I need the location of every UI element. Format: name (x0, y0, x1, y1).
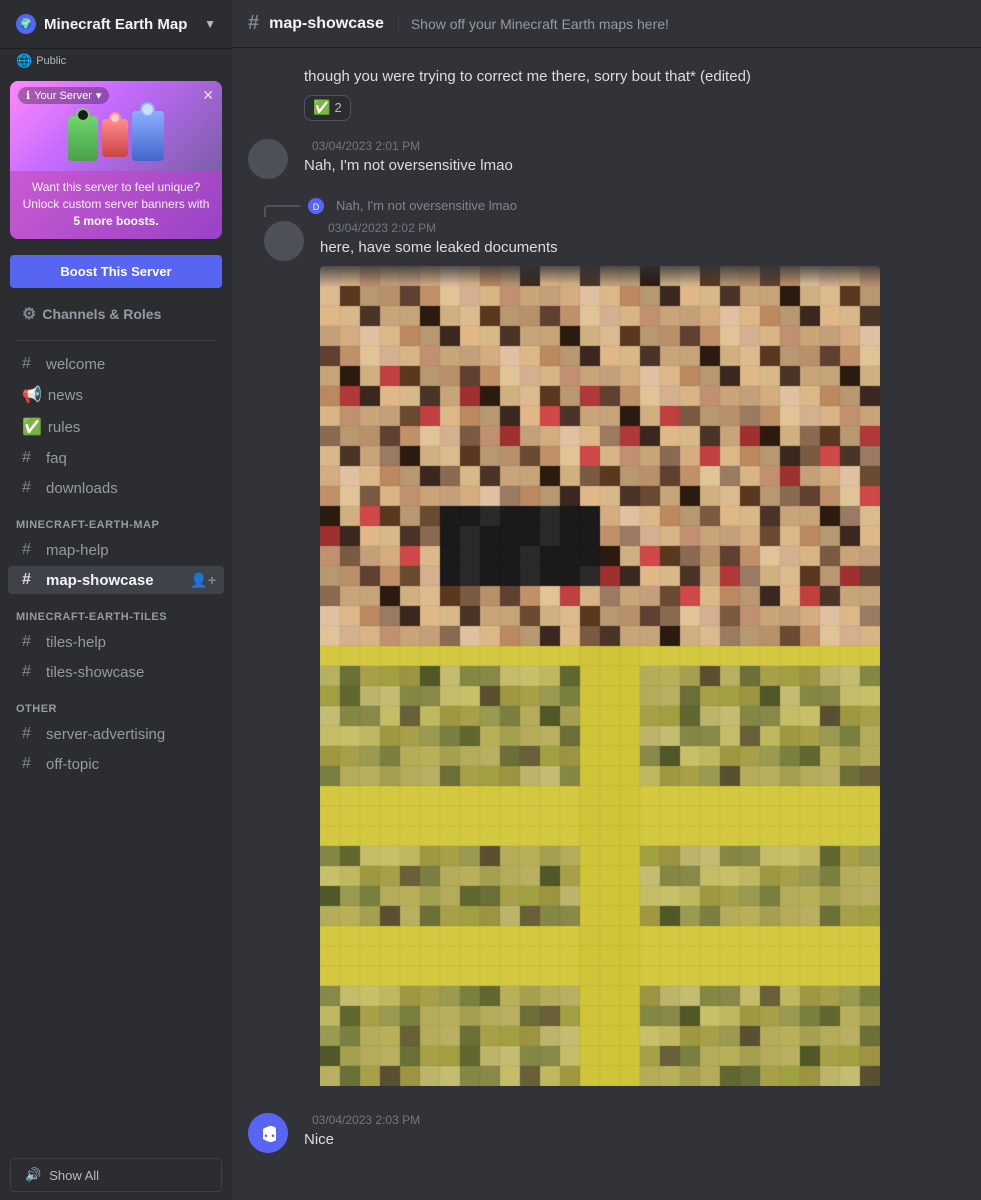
reply-avatar: D (308, 198, 324, 214)
hash-icon: # (22, 663, 40, 681)
megaphone-icon: 📢 (22, 385, 42, 405)
reaction-count: 2 (334, 99, 341, 117)
server-header[interactable]: 🌍 Minecraft Earth Map ▼ (0, 0, 232, 49)
reply-line: D Nah, I'm not oversensitive lmao (308, 198, 517, 214)
server-name-area: 🌍 Minecraft Earth Map (16, 14, 187, 34)
channel-header: # map-showcase Show off your Minecraft E… (232, 0, 981, 48)
edited-label: (edited) (700, 68, 751, 85)
message-text-2: Nah, I'm not oversensitive lmao (304, 155, 965, 176)
boost-banner-text: Want this server to feel unique? Unlock … (10, 171, 222, 239)
sidebar-item-faq[interactable]: # faq (8, 444, 224, 472)
sidebar-item-news[interactable]: 📢 news (8, 380, 224, 410)
channels-roles-icon: ⚙ (22, 304, 36, 324)
channels-roles-item[interactable]: ⚙ Channels & Roles (8, 297, 224, 331)
sidebar-item-welcome[interactable]: # welcome (8, 350, 224, 378)
speaker-icon: 🔊 (25, 1167, 41, 1183)
server-name: Minecraft Earth Map (44, 16, 187, 33)
globe-icon: 🌐 (16, 53, 32, 69)
channel-label: off-topic (46, 756, 99, 773)
hash-icon: # (22, 541, 40, 559)
hash-icon: # (22, 571, 40, 589)
category-minecraft-earth-map: MINECRAFT-EARTH-MAP (0, 503, 232, 535)
message-meta-3: 03/04/2023 2:02 PM (320, 221, 949, 235)
category-other: OTHER (0, 687, 232, 719)
sidebar-item-tiles-help[interactable]: # tiles-help (8, 628, 224, 656)
message-text-4: Nice (304, 1129, 965, 1150)
boost-banner: ✕ ℹ Your Server ▾ Want t (10, 81, 222, 239)
timestamp-4: 03/04/2023 2:03 PM (312, 1113, 420, 1127)
close-icon[interactable]: ✕ (202, 87, 214, 104)
channel-label: tiles-help (46, 634, 106, 651)
check-emoji: ✅ (313, 98, 330, 118)
message-continuation-1: though you were trying to correct me the… (232, 64, 981, 123)
sidebar-item-off-topic[interactable]: # off-topic (8, 750, 224, 778)
hash-icon: # (22, 355, 40, 373)
channel-label: map-help (46, 542, 109, 559)
public-badge: 🌐 Public (0, 49, 232, 73)
message-content-4: 03/04/2023 2:03 PM Nice (304, 1113, 965, 1153)
message-meta-2: 03/04/2023 2:01 PM (304, 139, 965, 153)
channel-label: rules (48, 419, 81, 436)
server-icon: 🌍 (16, 14, 36, 34)
channel-label: welcome (46, 356, 105, 373)
sidebar-item-server-advertising[interactable]: # server-advertising (8, 720, 224, 748)
message-group-2: 03/04/2023 2:01 PM Nah, I'm not oversens… (232, 135, 981, 183)
message-text-3: here, have some leaked documents (320, 237, 949, 258)
svg-text:D: D (313, 202, 320, 212)
add-member-icon[interactable]: 👤+ (190, 572, 216, 589)
reply-text: Nah, I'm not oversensitive lmao (336, 198, 517, 213)
info-icon: ℹ (26, 89, 30, 102)
show-all-button[interactable]: 🔊 Show All (10, 1158, 222, 1192)
hash-icon: # (22, 479, 40, 497)
messages-area[interactable]: though you were trying to correct me the… (232, 48, 981, 1200)
message-content-2: 03/04/2023 2:01 PM Nah, I'm not oversens… (304, 139, 965, 179)
hash-icon: # (22, 755, 40, 773)
message-group-3: D Nah, I'm not oversensitive lmao 03/04/… (232, 191, 981, 1097)
image-canvas (320, 266, 880, 1086)
boost-server-button[interactable]: Boost This Server (10, 255, 222, 288)
reply-container: D Nah, I'm not oversensitive lmao (248, 195, 965, 217)
chevron-icon-small: ▾ (96, 89, 102, 102)
avatar-4 (248, 1113, 288, 1153)
boost-characters (68, 111, 164, 161)
message-content-3: 03/04/2023 2:02 PM here, have some leake… (320, 221, 949, 1091)
chevron-down-icon: ▼ (204, 17, 216, 31)
category-tiles: MINECRAFT-EARTH-TILES (0, 595, 232, 627)
your-server-label: ℹ Your Server ▾ (18, 87, 109, 104)
timestamp-2: 03/04/2023 2:01 PM (312, 139, 420, 153)
boost-banner-image: ℹ Your Server ▾ (10, 81, 222, 171)
channel-label: tiles-showcase (46, 664, 144, 681)
message-image[interactable] (320, 266, 880, 1091)
hash-icon-header: # (248, 12, 259, 35)
reaction-check[interactable]: ✅ 2 (304, 95, 351, 121)
channel-header-desc: Show off your Minecraft Earth maps here! (398, 16, 669, 32)
channel-label: downloads (46, 480, 118, 497)
message-meta-4: 03/04/2023 2:03 PM (304, 1113, 965, 1127)
channel-label: faq (46, 450, 67, 467)
sidebar-divider-1 (16, 340, 216, 341)
message-group-4: 03/04/2023 2:03 PM Nice (232, 1109, 981, 1157)
sidebar-item-map-help[interactable]: # map-help (8, 536, 224, 564)
avatar-3 (264, 221, 304, 261)
main-content: # map-showcase Show off your Minecraft E… (232, 0, 981, 1200)
channel-label: map-showcase (46, 572, 154, 589)
timestamp-3: 03/04/2023 2:02 PM (328, 221, 436, 235)
check-icon: ✅ (22, 417, 42, 437)
sidebar-item-tiles-showcase[interactable]: # tiles-showcase (8, 658, 224, 686)
message-row-3: 03/04/2023 2:02 PM here, have some leake… (248, 219, 965, 1093)
channel-label: server-advertising (46, 726, 165, 743)
message-text: though you were trying to correct me the… (304, 68, 696, 85)
sidebar-item-map-showcase[interactable]: # map-showcase 👤+ (8, 566, 224, 594)
channel-label: news (48, 387, 83, 404)
avatar-2 (248, 139, 288, 179)
hash-icon: # (22, 449, 40, 467)
hash-icon: # (22, 725, 40, 743)
sidebar: 🌍 Minecraft Earth Map ▼ 🌐 Public ✕ ℹ You… (0, 0, 232, 1200)
hash-icon: # (22, 633, 40, 651)
channel-header-name: map-showcase (269, 15, 384, 33)
sidebar-item-downloads[interactable]: # downloads (8, 474, 224, 502)
sidebar-item-rules[interactable]: ✅ rules (8, 412, 224, 442)
